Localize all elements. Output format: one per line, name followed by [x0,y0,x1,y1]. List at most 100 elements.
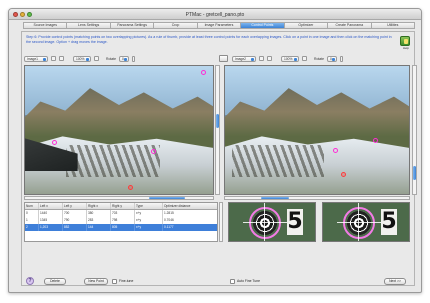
table-cell: x+y [135,210,163,217]
table-header: Num Left x Left y Right x Right y Type O… [25,203,217,210]
crosshair-horizontal [337,222,381,223]
left-zoom-fit-button[interactable] [94,56,99,61]
right-rotate-stepper[interactable] [340,55,343,62]
tab-utilities[interactable]: Utilities [370,22,415,29]
right-rotate-field[interactable]: 0 [327,55,337,62]
right-next-image-button[interactable] [267,56,272,61]
control-point-ring [343,207,375,239]
column-header[interactable]: Optimizer distance [163,203,217,209]
table-cell: 0 [25,210,39,217]
control-point-marker[interactable] [333,148,338,153]
tab-optimizer[interactable]: Optimizer [283,22,328,29]
table-row[interactable]: 1 1345 790 283 798 x+y 0.7046 [25,217,217,224]
right-zoom-preview: 5 [322,202,410,242]
right-horizontal-scrollbar[interactable] [224,196,410,200]
auto-fine-tune-checkbox[interactable] [230,279,235,284]
rock-texture [232,145,325,178]
column-header[interactable]: Right y [111,203,135,209]
table-cell: 1440 [39,210,63,217]
table-cell: 700 [63,210,87,217]
left-image-view[interactable] [24,65,214,195]
right-zoom-select[interactable]: 100% [281,55,299,62]
table-cell: 2 [25,224,39,231]
app-window: PTMac - gretcell_pano.pto Source Images … [8,8,422,293]
new-point-button[interactable]: New Point [84,278,108,285]
table-cell: 380 [87,210,111,217]
left-zoom-select[interactable]: 100% [73,55,91,62]
column-header[interactable]: Right x [87,203,111,209]
table-row[interactable]: 0 1440 700 380 703 x+y 1.2815 [25,210,217,217]
fine-tune-label: Fine-tune [119,279,134,283]
table-cell: 852 [63,224,87,231]
column-header[interactable]: Left x [39,203,63,209]
bottom-bar: ? Delete New Point Fine-tune Auto Fine T… [26,276,408,286]
right-prev-image-button[interactable] [259,56,264,61]
window-title: PTMac - gretcell_pano.pto [185,12,245,18]
table-cell: 144 [87,224,111,231]
control-point-marker[interactable] [151,149,156,154]
table-cell: 805 [111,224,135,231]
help-button[interactable]: ? [26,277,34,285]
control-point-marker[interactable] [52,140,57,145]
tab-create-panorama[interactable]: Create Panorama [327,22,371,29]
left-horizontal-scrollbar[interactable] [24,196,214,200]
control-point-ring [249,207,281,239]
table-row-selected[interactable]: 2 1,203 852 144 805 x+y 0.1177 [25,224,217,231]
tab-lens-settings[interactable]: Lens Settings [66,22,110,29]
tab-crop[interactable]: Crop [153,22,197,29]
selected-control-point-marker[interactable] [128,185,133,190]
titlebar[interactable]: PTMac - gretcell_pano.pto [9,9,421,20]
left-image-controls: Image1 100% Rotate 0 [24,55,135,62]
table-cell: x+y [135,217,163,224]
table-cell: 1 [25,217,39,224]
selected-control-point-marker[interactable] [341,172,346,177]
table-cell: 1345 [39,217,63,224]
right-image-view[interactable] [224,65,410,195]
target-number-label: 5 [287,209,303,235]
right-vertical-scrollbar[interactable] [412,65,417,195]
tab-panorama-settings[interactable]: Panorama Settings [109,22,154,29]
rock-texture [66,145,161,178]
left-zoom-preview: 5 [228,202,316,242]
tab-control-points[interactable]: Control Points [240,22,284,29]
left-vertical-scrollbar[interactable] [215,65,220,195]
left-prev-image-button[interactable] [51,56,56,61]
column-header[interactable]: Type [135,203,163,209]
right-zoom-fit-button[interactable] [302,56,307,61]
scroll-thumb[interactable] [261,197,289,199]
left-next-image-button[interactable] [59,56,64,61]
crosshair-vertical [264,203,265,241]
tab-source-images[interactable]: Source Images [23,22,67,29]
control-points-table: Num Left x Left y Right x Right y Type O… [24,202,218,242]
table-cell: 1.2815 [164,211,174,215]
column-header[interactable]: Left y [63,203,87,209]
table-cell: 0.7046 [164,218,174,222]
table-cell: 798 [111,217,135,224]
scroll-thumb[interactable] [149,197,185,199]
table-cell: x+y [135,224,163,231]
swap-images-button[interactable] [219,55,228,62]
table-cell: 703 [111,210,135,217]
help-label: Help [402,46,409,50]
tab-image-parameters[interactable]: Image Parameters [196,22,241,29]
left-image-select[interactable]: Image1 [24,55,48,62]
table-cell: 283 [87,217,111,224]
scroll-thumb[interactable] [216,114,219,128]
fine-tune-checkbox[interactable] [112,279,117,284]
right-image-controls: Image2 100% Rotate 0 [232,55,343,62]
left-rotate-stepper[interactable] [132,55,135,62]
auto-fine-tune-label: Auto Fine Tune [237,279,260,283]
control-point-marker[interactable] [201,70,206,75]
crosshair-vertical [358,203,359,241]
delete-button[interactable]: Delete [44,278,66,285]
column-header[interactable]: Num [25,203,39,209]
scroll-thumb[interactable] [413,166,416,180]
left-rotate-field[interactable]: 0 [119,55,129,62]
next-button[interactable]: Next >> [384,278,406,285]
table-cell: 1,203 [39,224,63,231]
instructions-text: Step 6: Provide control points (matching… [26,35,392,44]
help-book-icon[interactable] [400,36,410,46]
control-point-marker[interactable] [373,138,378,143]
right-image-select[interactable]: Image2 [232,55,256,62]
table-scrollbar[interactable] [219,202,223,242]
